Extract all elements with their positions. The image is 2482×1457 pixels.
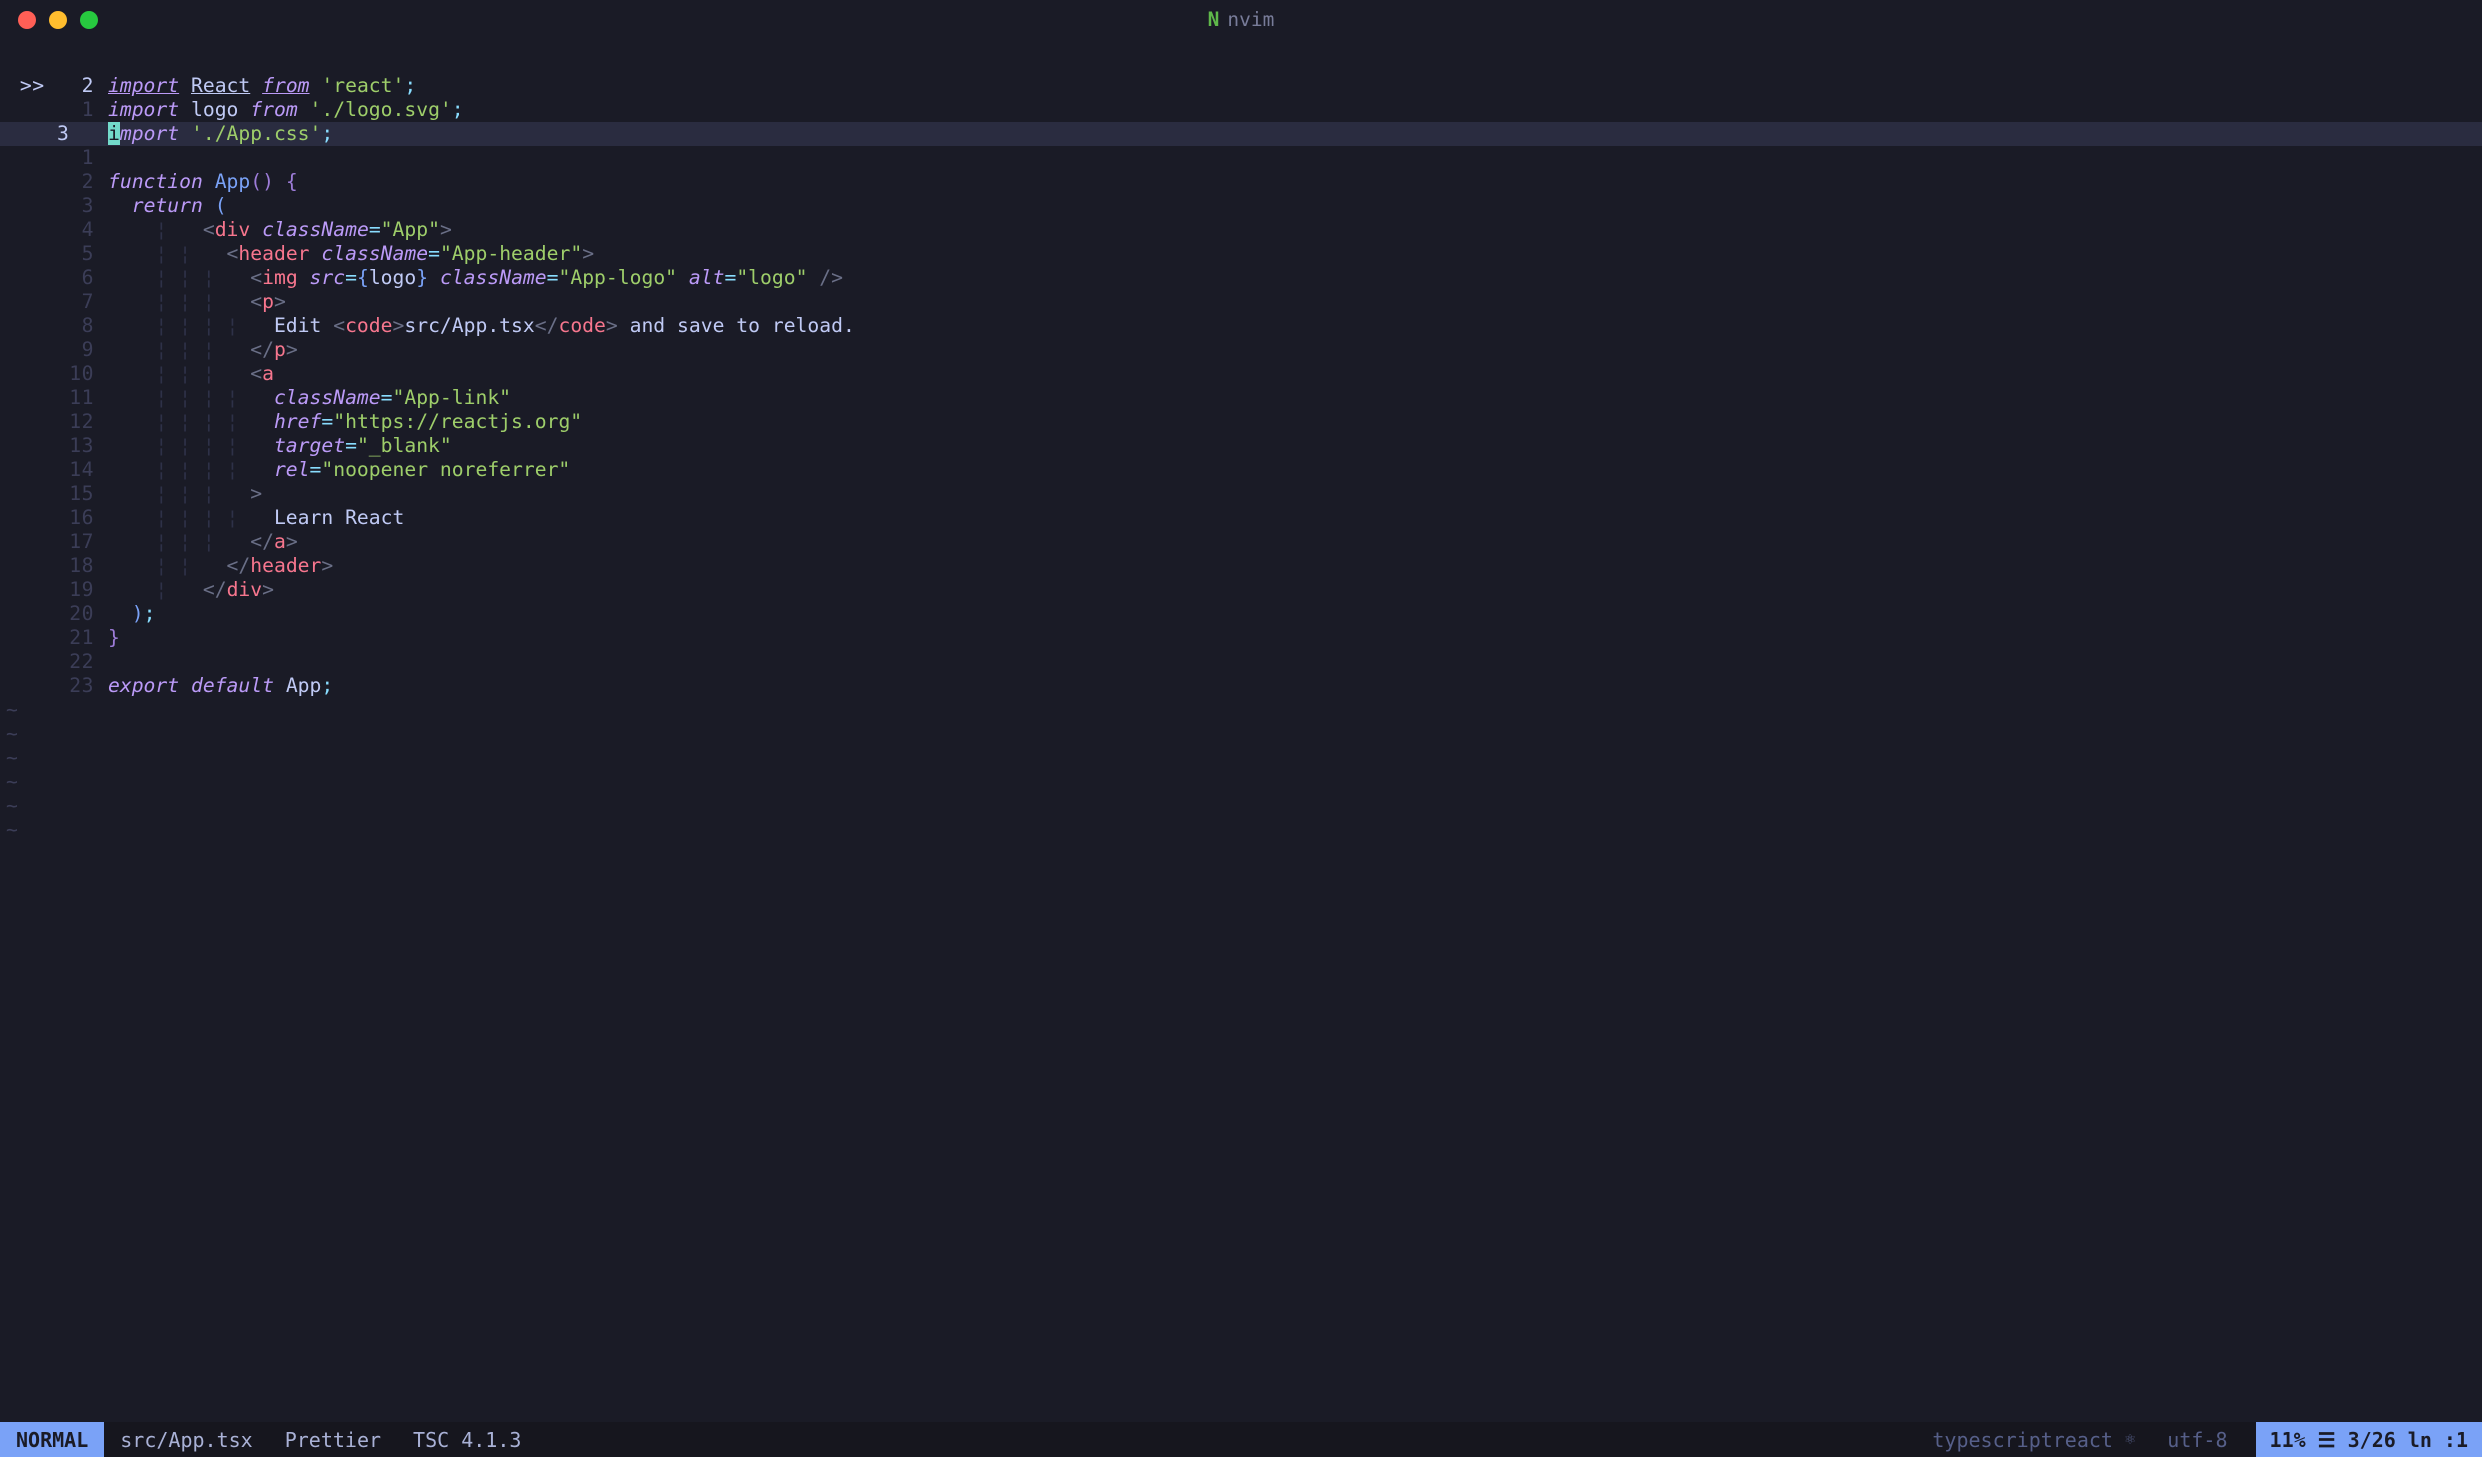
code-line: 7 ¦ ¦ ¦ <p> [0, 290, 2482, 314]
gutter: 10 [0, 362, 108, 386]
code-line: 20 ); [0, 602, 2482, 626]
gutter: 22 [0, 650, 108, 674]
cursor: i [108, 122, 120, 145]
code-line: 10 ¦ ¦ ¦ <a [0, 362, 2482, 386]
gutter: 1 [0, 98, 108, 122]
gutter: 6 [0, 266, 108, 290]
editor-area[interactable]: >> 2import React from 'react'; 1import l… [0, 40, 2482, 1422]
encoding-indicator: utf-8 [2151, 1422, 2255, 1457]
gutter: 21 [0, 626, 108, 650]
empty-line: ~ [0, 722, 2482, 746]
position-indicator: 11% ☰ 3/26 ln :1 [2256, 1422, 2482, 1457]
gutter: 3 [0, 194, 108, 218]
statusline: NORMAL src/App.tsx Prettier TSC 4.1.3 ty… [0, 1422, 2482, 1457]
close-window-button[interactable] [18, 11, 36, 29]
gutter: 4 [0, 218, 108, 242]
gutter: 7 [0, 290, 108, 314]
titlebar: N nvim [0, 0, 2482, 40]
gutter: 15 [0, 482, 108, 506]
code-line: 16 ¦ ¦ ¦ ¦ Learn React [0, 506, 2482, 530]
code-line: 13 ¦ ¦ ¦ ¦ target="_blank" [0, 434, 2482, 458]
code-line: 9 ¦ ¦ ¦ </p> [0, 338, 2482, 362]
gutter: 20 [0, 602, 108, 626]
gutter: 23 [0, 674, 108, 698]
code-line: 12 ¦ ¦ ¦ ¦ href="https://reactjs.org" [0, 410, 2482, 434]
gutter: 5 [0, 242, 108, 266]
code-line: 22 [0, 650, 2482, 674]
tilde-icon: ~ [0, 746, 18, 770]
code-line: 11 ¦ ¦ ¦ ¦ className="App-link" [0, 386, 2482, 410]
gutter: 9 [0, 338, 108, 362]
code-line: 21} [0, 626, 2482, 650]
filetype-indicator: typescriptreact ⚛ [1916, 1422, 2151, 1457]
code-line: >> 2import React from 'react'; [0, 74, 2482, 98]
tilde-icon: ~ [0, 794, 18, 818]
code-line: 6 ¦ ¦ ¦ <img src={logo} className="App-l… [0, 266, 2482, 290]
gutter: 3 [0, 122, 108, 146]
react-icon: ⚛ [2125, 1429, 2135, 1449]
traffic-lights [18, 11, 98, 29]
nvim-icon: N [1208, 8, 1220, 31]
code-line: 4 ¦ <div className="App"> [0, 218, 2482, 242]
gutter: 12 [0, 410, 108, 434]
tilde-icon: ~ [0, 770, 18, 794]
gutter: 2 [0, 170, 108, 194]
gutter: 19 [0, 578, 108, 602]
empty-line: ~ [0, 770, 2482, 794]
code-line: 1 [0, 146, 2482, 170]
gutter: 11 [0, 386, 108, 410]
gutter: >> 2 [0, 74, 108, 98]
window-title: N nvim [1208, 8, 1275, 31]
empty-line: ~ [0, 818, 2482, 842]
code-line: 17 ¦ ¦ ¦ </a> [0, 530, 2482, 554]
mode-indicator: NORMAL [0, 1422, 104, 1457]
code-line-current: 3 import './App.css'; [0, 122, 2482, 146]
code-line: 18 ¦ ¦ </header> [0, 554, 2482, 578]
code-line: 3 return ( [0, 194, 2482, 218]
tilde-icon: ~ [0, 698, 18, 722]
file-path: src/App.tsx [104, 1422, 268, 1457]
gutter: 1 [0, 146, 108, 170]
column-indicator: ln :1 [2408, 1428, 2468, 1452]
code-line: 1import logo from './logo.svg'; [0, 98, 2482, 122]
code-line: 15 ¦ ¦ ¦ > [0, 482, 2482, 506]
maximize-window-button[interactable] [80, 11, 98, 29]
code-line: 5 ¦ ¦ <header className="App-header"> [0, 242, 2482, 266]
code-line: 19 ¦ </div> [0, 578, 2482, 602]
tilde-icon: ~ [0, 818, 18, 842]
gutter: 18 [0, 554, 108, 578]
empty-line: ~ [0, 746, 2482, 770]
empty-line: ~ [0, 794, 2482, 818]
tsc-version: TSC 4.1.3 [397, 1422, 537, 1457]
scroll-percent: 11% [2270, 1428, 2306, 1452]
gutter: 16 [0, 506, 108, 530]
app-name: nvim [1227, 8, 1274, 31]
prettier-status: Prettier [269, 1422, 397, 1457]
gutter: 17 [0, 530, 108, 554]
empty-line: ~ [0, 698, 2482, 722]
gutter: 13 [0, 434, 108, 458]
gutter: 8 [0, 314, 108, 338]
minimize-window-button[interactable] [49, 11, 67, 29]
code-line: 2function App() { [0, 170, 2482, 194]
line-count: 3/26 [2348, 1428, 2396, 1452]
code-line: 14 ¦ ¦ ¦ ¦ rel="noopener noreferrer" [0, 458, 2482, 482]
hamburger-icon: ☰ [2318, 1428, 2336, 1452]
gutter: 14 [0, 458, 108, 482]
code-line: 23export default App; [0, 674, 2482, 698]
tilde-icon: ~ [0, 722, 18, 746]
code-line: 8 ¦ ¦ ¦ ¦ Edit <code>src/App.tsx</code> … [0, 314, 2482, 338]
